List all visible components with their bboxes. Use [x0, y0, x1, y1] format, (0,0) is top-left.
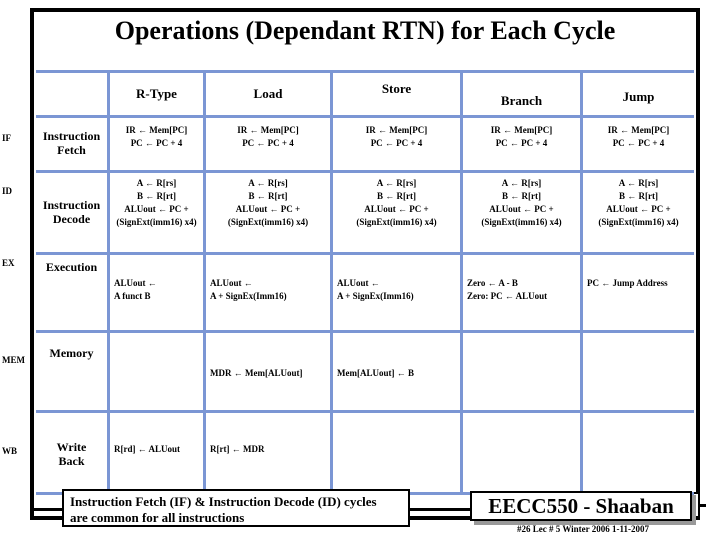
rtn-cell-if-branch: IR ← Mem[PC] PC ← PC + 4	[463, 118, 580, 170]
rtn-line: ALUout ← PC +	[235, 204, 301, 215]
rtn-line: (SignExt(imm16) x4)	[598, 217, 679, 228]
rtn-cell-mem-rtype	[110, 333, 203, 410]
rtn-line: IR ← Mem[PC]	[490, 125, 553, 135]
stage-label-wb: WB	[2, 446, 18, 456]
rtn-line: Mem[ALUout] ← B	[337, 368, 414, 378]
column-header-store: Store	[381, 81, 412, 96]
column-header-rtype: R-Type	[136, 86, 177, 101]
rtn-line: PC ← PC + 4	[612, 138, 665, 149]
rtn-line: MDR ← Mem[ALUout]	[210, 368, 303, 378]
rtn-line: PC ← PC + 4	[370, 138, 423, 149]
rtn-cell-ex-store: ALUout ← A + SignEx(Imm16)	[333, 255, 460, 330]
rtn-line: ALUout ←	[337, 278, 380, 288]
rtn-table: R-Type Load Store Branch Jump Instruction Fetc…	[36, 70, 694, 495]
note-connector-right	[408, 508, 470, 511]
rtn-cell-mem-branch	[463, 333, 580, 410]
stage-name-text: Instruction Decode	[42, 197, 101, 226]
rtn-cell-ex-jump: PC ← Jump Address	[583, 255, 694, 330]
rtn-line: B ← R[rt]	[502, 191, 541, 202]
rtn-cell-id-rtype: A ← R[rs] B ← R[rt] ALUout ← PC + (SignExt(…	[110, 173, 203, 252]
rtn-line: B ← R[rt]	[137, 191, 176, 202]
rtn-line: A ← R[rs]	[501, 178, 542, 188]
rtn-line: PC ← PC + 4	[495, 138, 548, 149]
note-line-2: are common for all instructions	[70, 510, 245, 526]
stage-name-id: Instruction Decode	[36, 173, 107, 252]
rtn-cell-id-jump: A ← R[rs] B ← R[rt] ALUout ← PC + (SignExt(…	[583, 173, 694, 252]
rtn-line: A + SignEx(Imm16)	[337, 291, 414, 302]
rtn-line: A ← R[rs]	[248, 178, 288, 188]
rtn-line: A ← R[rs]	[136, 178, 177, 188]
rtn-cell-ex-load: ALUout ← A + SignEx(Imm16)	[206, 255, 330, 330]
stage-label-ex: EX	[2, 258, 15, 268]
rtn-line: B ← R[rt]	[619, 191, 658, 202]
column-header-jump: Jump	[622, 89, 655, 104]
rtn-line: IR ← Mem[PC]	[365, 125, 428, 135]
rtn-cell-mem-jump	[583, 333, 694, 410]
rtn-line: A funct B	[114, 291, 151, 302]
rtn-line: IR ← Mem[PC]	[125, 125, 188, 135]
rtn-line: (SignExt(imm16) x4)	[356, 217, 437, 228]
rtn-line: ALUout ← PC +	[606, 204, 671, 215]
rtn-cell-id-store: A ← R[rs] B ← R[rt] ALUout ← PC + (SignExt(…	[333, 173, 460, 252]
column-header-branch: Branch	[500, 93, 543, 108]
rtn-line: ALUout ← PC +	[124, 204, 189, 215]
rtn-cell-wb-load: R[rt] ← MDR	[206, 413, 330, 492]
rtn-line: IR ← Mem[PC]	[607, 125, 670, 135]
rtn-cell-id-branch: A ← R[rs] B ← R[rt] ALUout ← PC + (SignExt(…	[463, 173, 580, 252]
rtn-line: (SignExt(imm16) x4)	[227, 217, 309, 228]
rtn-line: PC ← Jump Address	[587, 278, 668, 288]
rtn-line: PC ← PC + 4	[130, 138, 183, 149]
rtn-line: IR ← Mem[PC]	[237, 125, 299, 135]
stage-name-if: Instruction Fetch	[36, 118, 107, 170]
stage-name-wb: Write Back	[36, 413, 107, 492]
note-connector-left	[30, 508, 64, 511]
rtn-cell-wb-store	[333, 413, 460, 492]
stage-name-text: Memory	[49, 346, 94, 360]
footer-meta: #26 Lec # 5 Winter 2006 1-11-2007	[517, 524, 649, 534]
stage-label-id: ID	[2, 186, 13, 196]
stage-name-text: Instruction Fetch	[42, 129, 101, 157]
rtn-line: R[rd] ← ALUout	[114, 444, 181, 454]
rtn-cell-mem-load: MDR ← Mem[ALUout]	[206, 333, 330, 410]
rtn-line: A + SignEx(Imm16)	[210, 291, 287, 302]
rtn-cell-if-jump: IR ← Mem[PC] PC ← PC + 4	[583, 118, 694, 170]
rtn-line: ALUout ← PC +	[489, 204, 554, 215]
rtn-line: Zero: PC ← ALUout	[467, 291, 548, 302]
rtn-line: ALUout ← PC +	[364, 204, 429, 215]
stage-name-text: Execution	[45, 260, 98, 274]
rtn-line: ALUout ←	[210, 278, 253, 288]
rtn-line: B ← R[rt]	[248, 191, 288, 202]
rtn-cell-mem-store: Mem[ALUout] ← B	[333, 333, 460, 410]
rtn-cell-if-rtype: IR ← Mem[PC] PC ← PC + 4	[110, 118, 203, 170]
rtn-line: Zero ← A - B	[467, 278, 518, 288]
rtn-line: A ← R[rs]	[376, 178, 417, 188]
rtn-line: B ← R[rt]	[377, 191, 416, 202]
stage-label-if: IF	[2, 133, 11, 143]
rtn-cell-if-load: IR ← Mem[PC] PC ← PC + 4	[206, 118, 330, 170]
rtn-line: (SignExt(imm16) x4)	[116, 217, 197, 228]
rtn-cell-wb-rtype: R[rd] ← ALUout	[110, 413, 203, 492]
rtn-line: PC ← PC + 4	[242, 138, 294, 149]
stage-name-mem: Memory	[36, 333, 107, 410]
rtn-cell-ex-branch: Zero ← A - B Zero: PC ← ALUout	[463, 255, 580, 330]
stage-name-text: Write Back	[56, 440, 87, 468]
stage-name-ex: Execution	[36, 255, 107, 330]
rtn-line: (SignExt(imm16) x4)	[481, 217, 562, 228]
rtn-cell-ex-rtype: ALUout ← A funct B	[110, 255, 203, 330]
note-line-1: Instruction Fetch (IF) & Instruction Dec…	[70, 494, 377, 509]
rtn-cell-wb-branch	[463, 413, 580, 492]
stage-label-mem: MEM	[2, 355, 25, 365]
rtn-line: R[rt] ← MDR	[210, 444, 265, 454]
brand-box: EECC550 - Shaaban	[470, 491, 692, 521]
rtn-cell-wb-jump	[583, 413, 694, 492]
column-header-load: Load	[253, 86, 283, 101]
rtn-cell-id-load: A ← R[rs] B ← R[rt] ALUout ← PC + (SignExt(…	[206, 173, 330, 252]
rtn-line: ALUout ←	[114, 278, 157, 288]
rtn-cell-if-store: IR ← Mem[PC] PC ← PC + 4	[333, 118, 460, 170]
note-callout: Instruction Fetch (IF) & Instruction Dec…	[62, 489, 410, 527]
rtn-line: A ← R[rs]	[618, 178, 659, 188]
page-title: Operations (Dependant RTN) for Each Cycl…	[114, 16, 616, 45]
